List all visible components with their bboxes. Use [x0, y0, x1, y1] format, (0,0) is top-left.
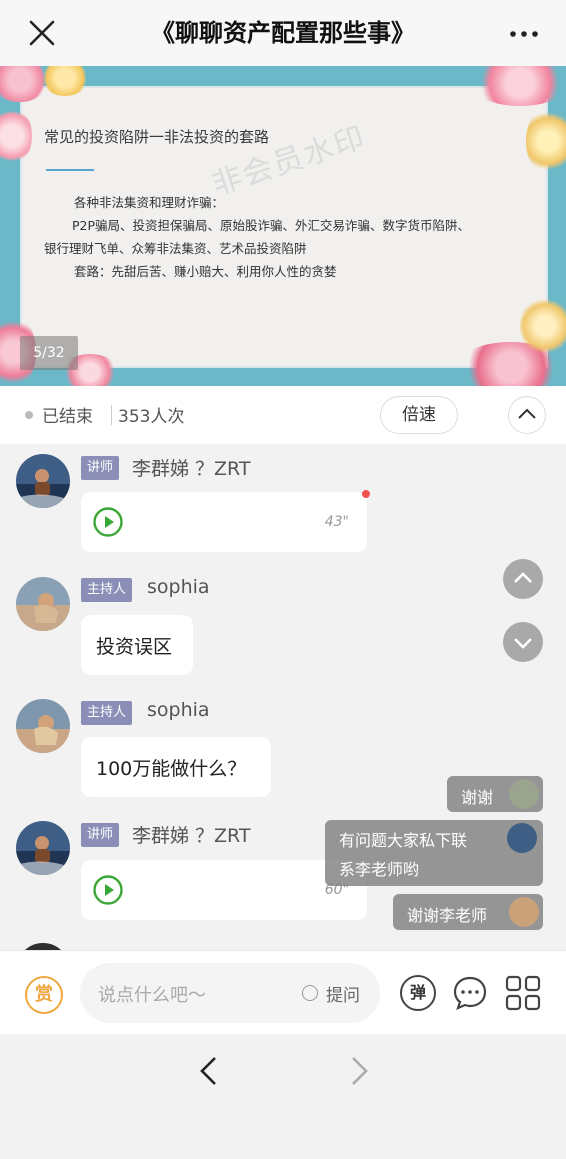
- slide-text-line: 各种非法集资和理财诈骗：: [74, 195, 225, 210]
- slide-text-line: P2P骗局、投资担保骗局、原始股诈骗、外汇交易诈骗、数字货币陷阱、: [72, 218, 471, 233]
- flower-decoration: [526, 106, 566, 176]
- danmaku-text: 系李老师哟: [339, 860, 420, 879]
- danmaku-item: 有问题大家私下联 系李老师哟: [325, 820, 543, 886]
- reward-button[interactable]: 赏: [25, 976, 63, 1014]
- unread-dot: [362, 490, 370, 498]
- role-badge: 主持人: [81, 578, 133, 602]
- divider: [111, 405, 112, 425]
- input-bar: 赏 说点什么吧～ 提问 弹: [0, 950, 566, 1034]
- danmaku-avatar: [507, 823, 537, 853]
- text-message[interactable]: 投资误区: [81, 615, 193, 675]
- scroll-up-button[interactable]: [503, 559, 543, 599]
- lecture-slide[interactable]: 常见的投资陷阱一非法投资的套路 各种非法集资和理财诈骗： P2P骗局、投资担保骗…: [0, 66, 566, 386]
- role-badge: 讲师: [81, 456, 120, 480]
- top-bar: 《聊聊资产配置那些事》: [0, 0, 566, 66]
- page-title: 《聊聊资产配置那些事》: [151, 19, 415, 47]
- role-badge: 主持人: [81, 701, 133, 725]
- danmaku-text: 谢谢李老师: [407, 906, 488, 925]
- live-status: 已结束: [42, 407, 93, 427]
- scroll-down-button[interactable]: [503, 622, 543, 662]
- danmaku-toggle-button[interactable]: 弹: [400, 975, 436, 1011]
- avatar[interactable]: [16, 943, 70, 950]
- danmaku-avatar: [509, 779, 539, 809]
- danmaku-text: 有问题大家私下联: [339, 831, 468, 850]
- text-message[interactable]: 100万能做什么？: [81, 737, 271, 797]
- sender-name: sophia: [147, 699, 210, 721]
- browser-nav-bar: [0, 1034, 566, 1159]
- flower-decoration: [520, 296, 566, 356]
- chevron-up-icon: [514, 572, 532, 583]
- ask-question-radio[interactable]: [302, 985, 318, 1001]
- chevron-down-icon: [514, 638, 532, 649]
- collapse-button[interactable]: [508, 396, 546, 434]
- comment-icon[interactable]: [452, 975, 488, 1011]
- danmaku-text: 谢谢: [461, 788, 494, 807]
- slide-text-line: 套路：先甜后苦、赚小赔大、利用你人性的贪婪: [74, 264, 337, 279]
- chevron-up-icon: [518, 408, 536, 419]
- danmaku-item: 谢谢: [447, 776, 543, 812]
- live-status-bar: 已结束 353人次 倍速: [0, 386, 566, 444]
- more-options-icon[interactable]: [510, 31, 538, 37]
- back-arrow-icon[interactable]: [195, 1054, 221, 1088]
- sender-name: 李群娣 ？ZRT: [132, 458, 251, 480]
- message-text: 投资误区: [96, 636, 173, 658]
- role-badge: 讲师: [81, 823, 120, 847]
- voice-duration: 43": [324, 514, 349, 530]
- slide-divider: [46, 169, 94, 171]
- forward-arrow-icon[interactable]: [347, 1054, 373, 1088]
- sender-name: sophia: [147, 576, 210, 598]
- avatar[interactable]: [16, 699, 70, 753]
- avatar[interactable]: [16, 454, 70, 508]
- sender-name: 李群娣 ？ZRT: [132, 825, 251, 847]
- slide-page-indicator: 5/32: [20, 336, 78, 370]
- playback-speed-button[interactable]: 倍速: [380, 396, 458, 434]
- danmaku-item: 谢谢李老师: [393, 894, 543, 930]
- play-icon[interactable]: [93, 507, 123, 537]
- close-icon[interactable]: [26, 17, 58, 49]
- danmaku-avatar: [509, 897, 539, 927]
- play-icon[interactable]: [93, 875, 123, 905]
- message-text: 100万能做什么？: [96, 758, 247, 780]
- apps-grid-icon[interactable]: [505, 975, 541, 1011]
- avatar[interactable]: [16, 821, 70, 875]
- ask-question-label[interactable]: 提问: [326, 981, 360, 1006]
- slide-heading: 常见的投资陷阱一非法投资的套路: [44, 128, 270, 146]
- voice-message[interactable]: 43": [81, 492, 367, 552]
- comment-input[interactable]: 说点什么吧～ 提问: [80, 963, 380, 1023]
- avatar[interactable]: [16, 577, 70, 631]
- input-placeholder: 说点什么吧～: [98, 985, 206, 1006]
- chat-list[interactable]: 讲师 李群娣 ？ZRT 43" 主持人 sophia 投资误区 主持人 soph…: [0, 444, 566, 950]
- status-dot-icon: [25, 411, 33, 419]
- view-count: 353人次: [118, 407, 185, 427]
- slide-text-line: 银行理财飞单、众筹非法集资、艺术品投资陷阱: [44, 241, 307, 256]
